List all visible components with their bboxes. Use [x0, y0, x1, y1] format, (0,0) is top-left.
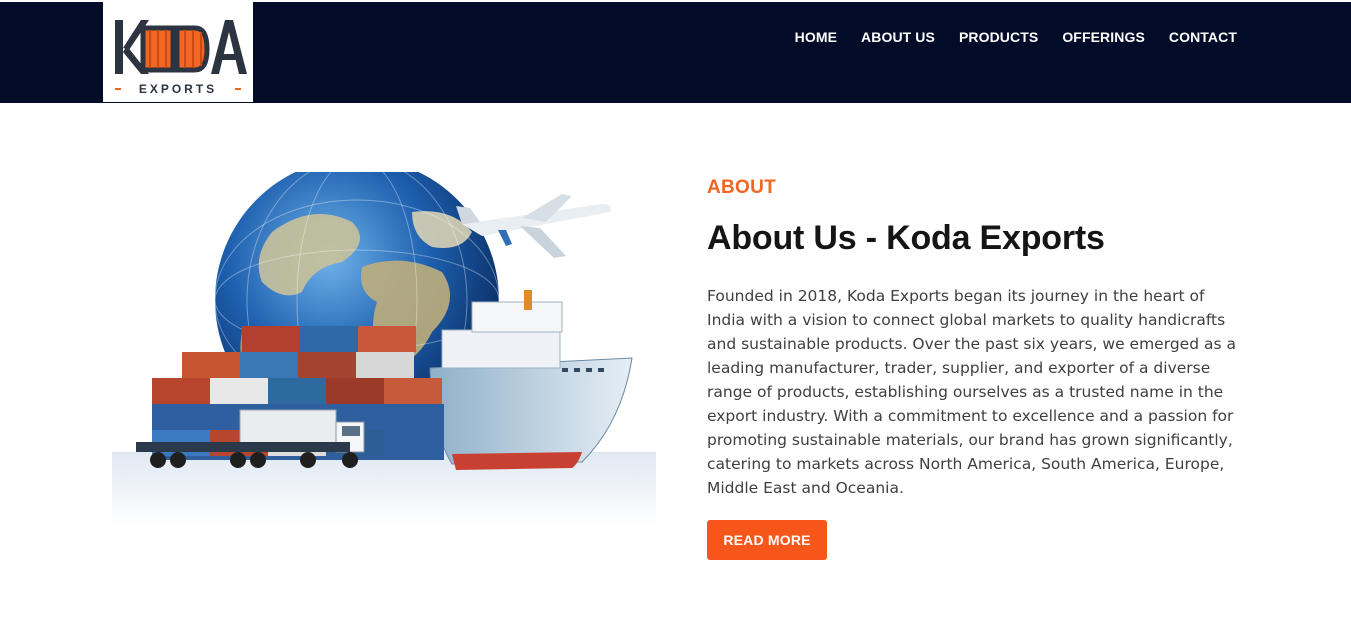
- koda-logo-icon: EXPORTS: [115, 20, 247, 96]
- nav-home[interactable]: HOME: [795, 28, 837, 46]
- nav-products[interactable]: PRODUCTS: [959, 28, 1038, 46]
- site-header: EXPORTS HOME ABOUT US PRODUCTS OFFERINGS…: [0, 0, 1351, 103]
- section-title: About Us - Koda Exports: [707, 219, 1105, 257]
- nav-about-us[interactable]: ABOUT US: [861, 28, 935, 46]
- read-more-button[interactable]: READ MORE: [707, 520, 827, 560]
- about-hero-image: [112, 172, 656, 526]
- globe-shipping-illustration-icon: [112, 172, 656, 526]
- site-logo[interactable]: EXPORTS: [103, 2, 253, 102]
- nav-offerings[interactable]: OFFERINGS: [1062, 28, 1145, 46]
- nav-contact[interactable]: CONTACT: [1169, 28, 1237, 46]
- about-paragraph: Founded in 2018, Koda Exports began its …: [707, 287, 1236, 497]
- main-nav: HOME ABOUT US PRODUCTS OFFERINGS CONTACT: [771, 28, 1237, 46]
- about-section: ABOUT About Us - Koda Exports Founded in…: [707, 176, 1247, 500]
- logo-subtitle: EXPORTS: [139, 82, 217, 96]
- section-eyebrow: ABOUT: [707, 177, 777, 198]
